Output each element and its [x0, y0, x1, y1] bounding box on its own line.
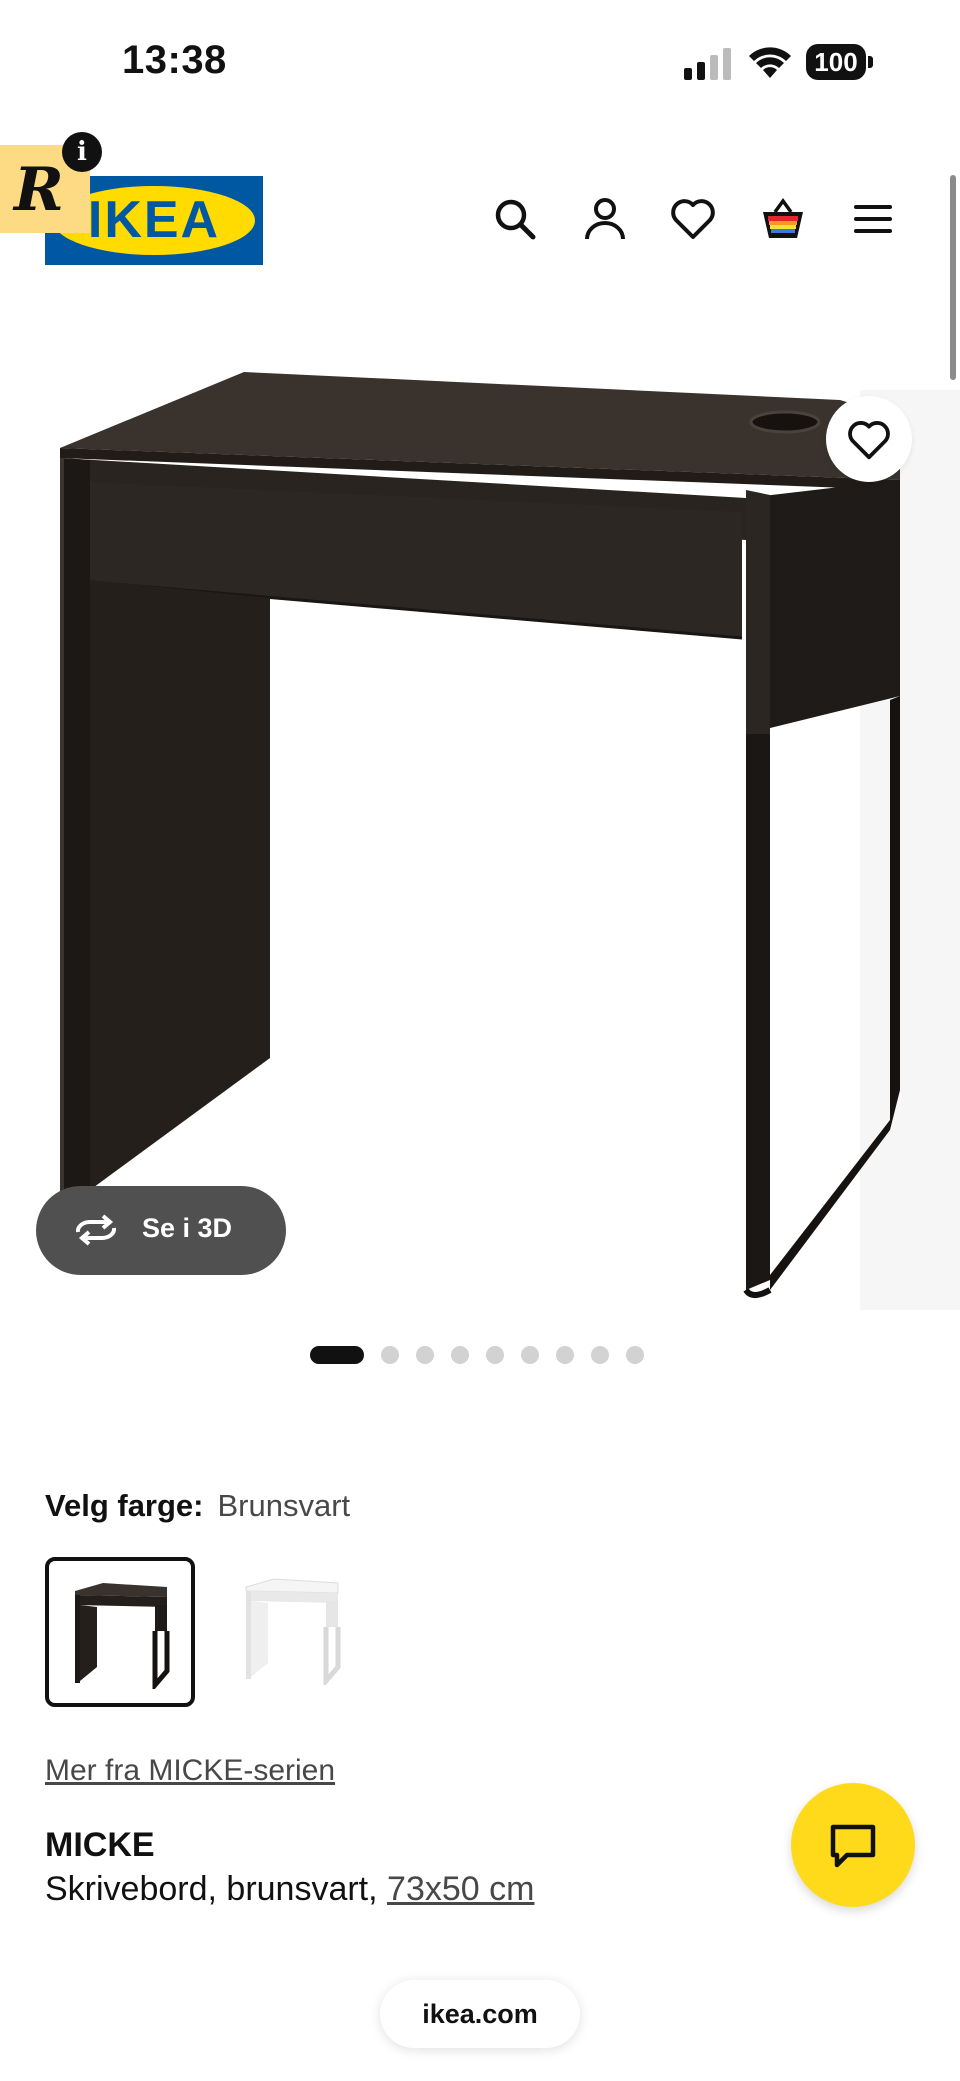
wifi-icon — [749, 47, 791, 78]
badge-letter: R — [14, 155, 64, 225]
gallery-dot[interactable] — [451, 1346, 469, 1364]
swatch-brunsvart[interactable] — [45, 1557, 195, 1707]
search-icon[interactable] — [492, 196, 538, 242]
view-3d-button[interactable]: Se i 3D — [36, 1186, 286, 1275]
menu-icon[interactable] — [850, 196, 896, 242]
favorite-button[interactable] — [826, 396, 912, 482]
gallery-dot[interactable] — [556, 1346, 574, 1364]
color-label: Velg farge: — [45, 1488, 204, 1523]
info-icon[interactable]: i — [62, 132, 102, 172]
battery-level: 100 — [806, 44, 866, 80]
product-image[interactable] — [0, 300, 960, 1320]
gallery-pagination[interactable] — [310, 1346, 644, 1364]
swatch-hvit[interactable] — [220, 1557, 370, 1707]
heart-icon — [848, 421, 890, 460]
account-icon[interactable] — [582, 196, 628, 242]
size-link[interactable]: 73x50 cm — [387, 1870, 534, 1908]
color-selector-label: Velg farge: Brunsvart — [45, 1488, 350, 1524]
color-value: Brunsvart — [217, 1488, 351, 1523]
swatch-image — [75, 1583, 170, 1689]
cellular-signal-icon — [684, 48, 731, 80]
browser-url-bar[interactable]: ikea.com — [380, 1980, 580, 2048]
gallery-dot[interactable] — [521, 1346, 539, 1364]
gallery-dot[interactable] — [381, 1346, 399, 1364]
gallery-dot[interactable] — [626, 1346, 644, 1364]
wishlist-icon[interactable] — [670, 196, 716, 242]
product-name: MICKE — [45, 1826, 155, 1864]
product-type: Skrivebord, brunsvart, — [45, 1870, 378, 1908]
chat-icon — [830, 1824, 876, 1868]
status-time: 13:38 — [122, 38, 227, 82]
gallery-dot[interactable] — [416, 1346, 434, 1364]
gallery-dot[interactable] — [486, 1346, 504, 1364]
gallery-dot-active[interactable] — [310, 1346, 364, 1364]
battery-icon: 100 — [806, 44, 873, 80]
series-link[interactable]: Mer fra MICKE-serien — [45, 1754, 335, 1788]
rotate-3d-icon — [75, 1214, 117, 1246]
view-3d-label: Se i 3D — [142, 1213, 233, 1243]
gallery-dot[interactable] — [591, 1346, 609, 1364]
product-description: Skrivebord, brunsvart, 73x50 cm — [45, 1870, 534, 1909]
basket-icon[interactable] — [760, 196, 806, 242]
swatch-image — [245, 1578, 341, 1685]
chat-button[interactable] — [791, 1783, 915, 1907]
